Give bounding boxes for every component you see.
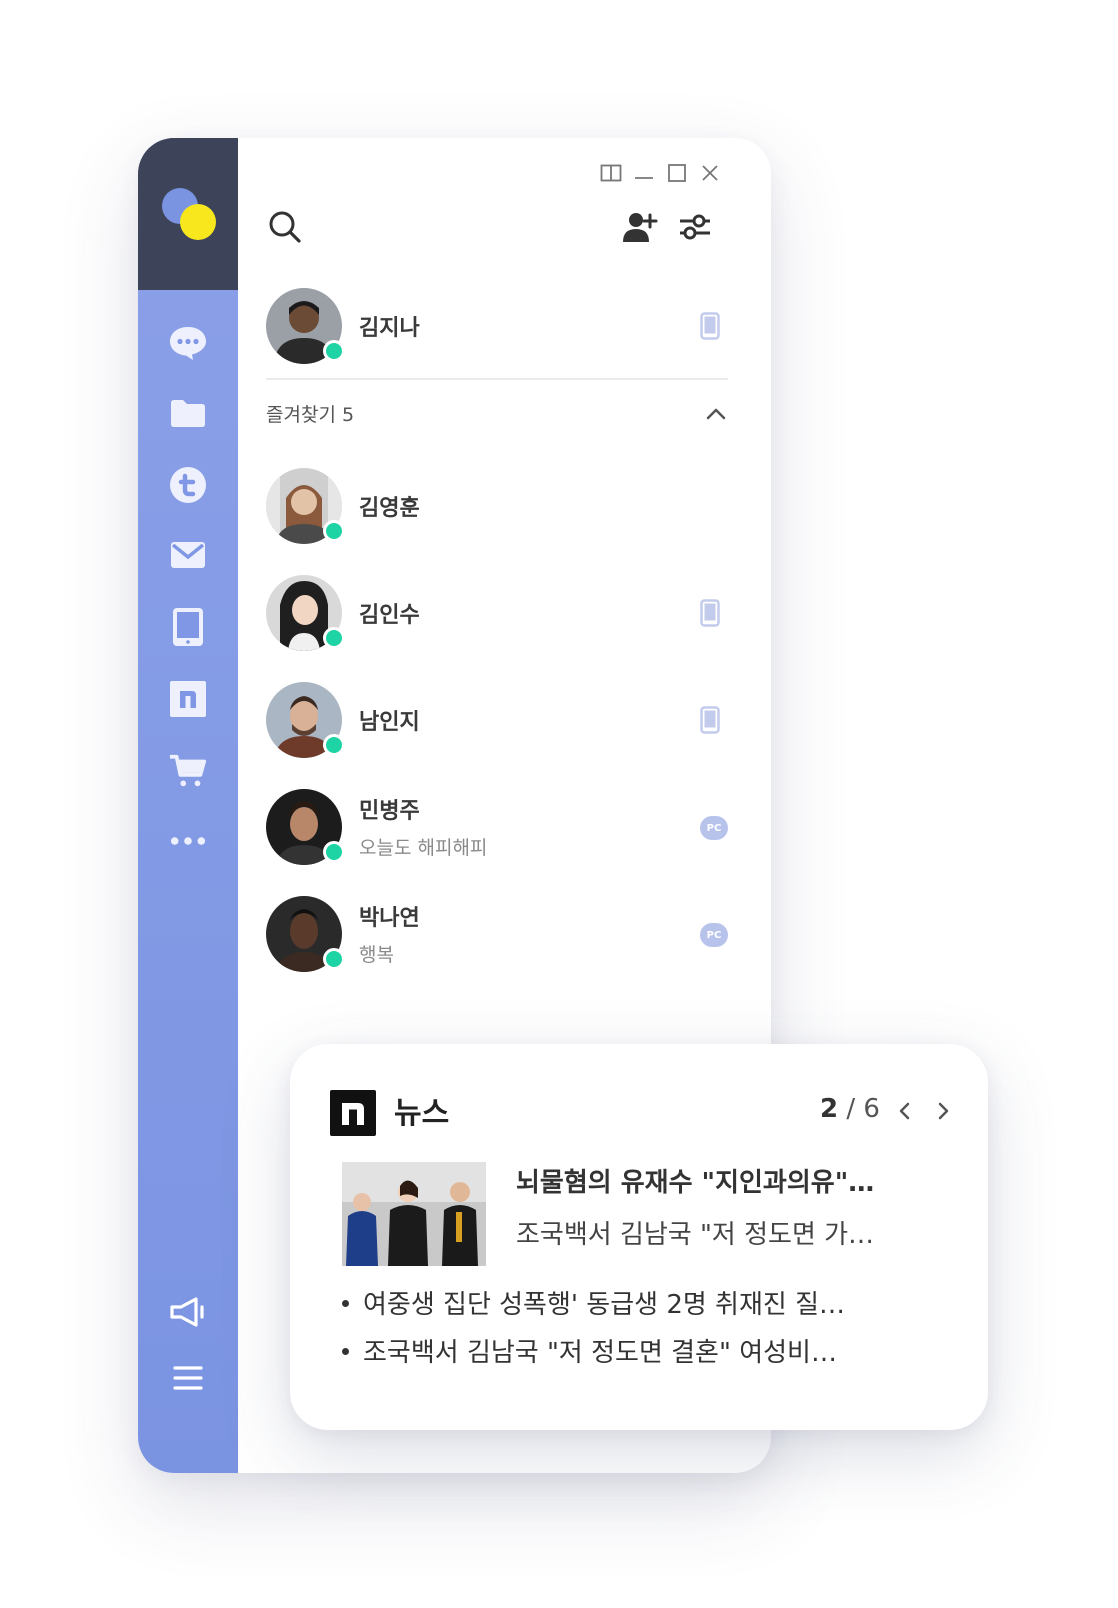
- divider: [266, 378, 728, 380]
- news-subheadline[interactable]: 조국백서 김남국 "저 정도면 가…: [516, 1214, 936, 1251]
- friend-name: 김지나: [359, 316, 420, 341]
- page-total: 6: [863, 1094, 880, 1124]
- chat-icon[interactable]: [169, 324, 207, 362]
- search-icon[interactable]: [264, 206, 306, 248]
- close-icon[interactable]: [697, 160, 723, 186]
- n-icon[interactable]: [169, 680, 207, 718]
- friend-item[interactable]: 남인지: [266, 682, 736, 762]
- cart-icon[interactable]: [169, 752, 207, 790]
- chevron-up-icon[interactable]: [704, 402, 728, 426]
- bullet-icon: [342, 1300, 349, 1307]
- sidebar: [138, 138, 238, 1473]
- friend-name: 김영훈: [359, 496, 420, 521]
- friend-item[interactable]: 김인수: [266, 575, 736, 655]
- news-list-item[interactable]: 여중생 집단 성폭행' 동급생 2명 취재진 질…: [338, 1284, 938, 1321]
- news-list-text: 여중생 집단 성폭행' 동급생 2명 취재진 질…: [363, 1290, 845, 1320]
- friend-item[interactable]: 민병주 오늘도 해피해피 PC: [266, 789, 736, 869]
- online-status-dot: [323, 948, 345, 970]
- friend-name: 남인지: [359, 710, 420, 735]
- chevron-left-icon[interactable]: [890, 1094, 920, 1128]
- megaphone-icon[interactable]: [169, 1293, 207, 1331]
- maximize-icon[interactable]: [664, 160, 690, 186]
- friend-status-message: 행복: [359, 944, 394, 966]
- t-icon[interactable]: [169, 466, 207, 504]
- tablet-icon[interactable]: [169, 608, 207, 646]
- friend-status-message: 오늘도 해피해피: [359, 837, 488, 859]
- more-icon[interactable]: [169, 822, 207, 860]
- logo-bubble-yellow: [180, 204, 216, 240]
- news-card: 뉴스 2 / 6 뇌물혐의 유재수 "지인과의유"… 조국백서 김남국 "저 정…: [290, 1044, 988, 1430]
- mobile-icon: [696, 597, 724, 629]
- page-current: 2: [820, 1094, 839, 1124]
- app-logo[interactable]: [162, 188, 218, 240]
- online-status-dot: [323, 841, 345, 863]
- news-list-text: 조국백서 김남국 "저 정도면 결혼" 여성비…: [363, 1338, 837, 1368]
- news-headline[interactable]: 뇌물혐의 유재수 "지인과의유"…: [516, 1162, 936, 1199]
- news-pager: 2 / 6: [820, 1094, 880, 1124]
- online-status-dot: [323, 734, 345, 756]
- friend-item[interactable]: 박나연 행복 PC: [266, 896, 736, 976]
- news-list-item[interactable]: 조국백서 김남국 "저 정도면 결혼" 여성비…: [338, 1332, 938, 1369]
- split-view-icon[interactable]: [598, 160, 624, 186]
- folder-icon[interactable]: [169, 394, 207, 432]
- news-title: 뉴스: [394, 1096, 450, 1131]
- page-separator: /: [838, 1094, 864, 1124]
- my-profile[interactable]: 김지나: [266, 288, 736, 368]
- mobile-icon: [696, 310, 724, 342]
- bullet-icon: [342, 1348, 349, 1355]
- n-logo-icon: [330, 1090, 376, 1136]
- friend-name: 박나연: [359, 906, 420, 931]
- filter-icon[interactable]: [674, 206, 716, 248]
- add-friend-icon[interactable]: [620, 206, 662, 248]
- minimize-icon[interactable]: [631, 160, 657, 186]
- news-thumbnail[interactable]: [342, 1162, 486, 1266]
- friend-name: 민병주: [359, 799, 420, 824]
- pc-badge: PC: [700, 923, 728, 947]
- friend-name: 김인수: [359, 603, 420, 628]
- chevron-right-icon[interactable]: [928, 1094, 958, 1128]
- favorites-title: 즐겨찾기 5: [266, 404, 355, 426]
- mail-icon[interactable]: [169, 536, 207, 574]
- online-status-dot: [323, 627, 345, 649]
- favorites-header[interactable]: 즐겨찾기 5: [266, 400, 728, 430]
- friend-item[interactable]: 김영훈: [266, 468, 736, 548]
- online-status-dot: [323, 340, 345, 362]
- sidebar-header: [138, 138, 238, 290]
- menu-icon[interactable]: [169, 1359, 207, 1397]
- pc-badge: PC: [700, 816, 728, 840]
- mobile-icon: [696, 704, 724, 736]
- online-status-dot: [323, 520, 345, 542]
